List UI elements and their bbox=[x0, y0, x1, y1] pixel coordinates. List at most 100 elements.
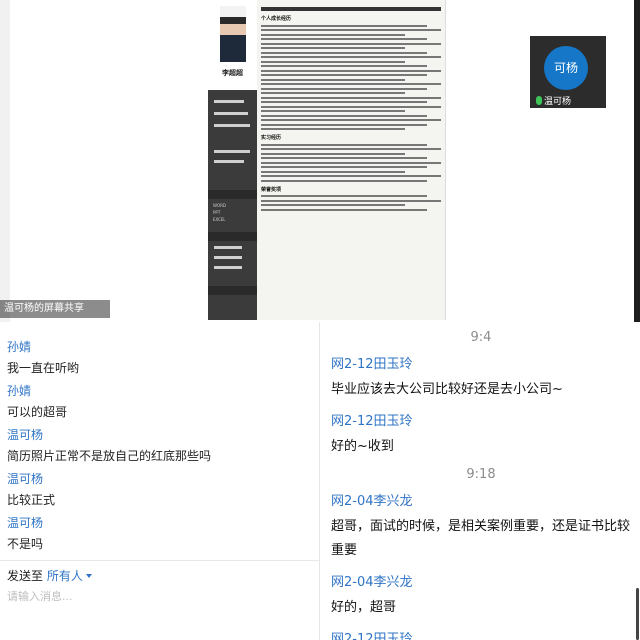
screen-share-area: 李超超 WORD PPT EXCEL 个人成长经历 实习经历 荣誉奖项 温可杨的… bbox=[0, 0, 640, 322]
timestamp-divider: 9:4 bbox=[470, 330, 492, 345]
resume-cert-line bbox=[214, 246, 242, 249]
resume-contact-line bbox=[214, 100, 244, 103]
message-sender[interactable]: 温可杨 bbox=[7, 426, 313, 443]
resume-text-line bbox=[261, 69, 441, 72]
resume-section-title: 个人成长经历 bbox=[261, 16, 292, 22]
resume-text-line bbox=[261, 74, 427, 76]
message-sender[interactable]: 网2-12田玉玲 bbox=[331, 628, 631, 640]
resume-text-line bbox=[261, 128, 405, 130]
resume-school-line bbox=[214, 150, 250, 153]
resume-photo bbox=[220, 6, 246, 62]
resume-text-line bbox=[261, 195, 427, 197]
resume-text-line bbox=[261, 143, 427, 146]
participant-avatar: 可杨 bbox=[544, 46, 588, 90]
send-to-selector[interactable]: 发送至 所有人 bbox=[7, 567, 92, 584]
chat-panel-right: 9:4 网2-12田玉玲 毕业应该去大公司比较好还是去小公司~ 网2-12田玉玲 好的~… bbox=[321, 322, 640, 640]
share-edge-right bbox=[634, 0, 640, 322]
resume-cert-line bbox=[214, 266, 242, 269]
resume-text-line bbox=[261, 87, 427, 90]
resume-section-title: 荣誉奖项 bbox=[261, 186, 282, 193]
resume-text-line bbox=[261, 161, 441, 164]
resume-text-line bbox=[261, 47, 405, 49]
participant-name-label: 温可杨 bbox=[536, 94, 571, 107]
resume-text-line bbox=[261, 148, 441, 150]
resume-text-line bbox=[261, 208, 427, 211]
resume-text-line bbox=[261, 38, 427, 40]
chat-composer: 发送至 所有人 bbox=[0, 560, 320, 640]
resume-text-line bbox=[261, 83, 441, 85]
microphone-icon bbox=[536, 96, 542, 105]
resume-text-line bbox=[261, 179, 427, 182]
send-to-label: 发送至 bbox=[7, 569, 44, 583]
message-sender[interactable]: 温可杨 bbox=[7, 470, 313, 487]
resume-skill: EXCEL bbox=[213, 217, 226, 222]
resume-skill: WORD bbox=[213, 203, 226, 208]
resume-text-line bbox=[261, 24, 427, 27]
participant-tile[interactable]: 可杨 温可杨 bbox=[530, 36, 606, 108]
resume-text-line bbox=[261, 96, 441, 99]
resume-hobby-heading bbox=[208, 286, 257, 295]
resume-text-line bbox=[261, 92, 405, 94]
message-sender[interactable]: 网2-12田玉玲 bbox=[331, 353, 631, 372]
resume-sidebar: 李超超 WORD PPT EXCEL bbox=[208, 0, 257, 320]
resume-skills-heading bbox=[208, 190, 257, 199]
message-text: 好的，超哥 bbox=[331, 600, 397, 615]
resume-text-line bbox=[261, 175, 441, 177]
resume-school-line bbox=[214, 160, 244, 163]
chat-message-list-right: 9:4 网2-12田玉玲 毕业应该去大公司比较好还是去小公司~ 网2-12田玉玲 好的~… bbox=[331, 322, 631, 640]
resume-text-line bbox=[261, 204, 405, 206]
resume-text-line bbox=[261, 78, 405, 81]
message-text: 简历照片正常不是放自己的红底那些吗 bbox=[7, 449, 212, 463]
message-sender[interactable]: 温可杨 bbox=[7, 514, 313, 531]
message-sender[interactable]: 网2-04李兴龙 bbox=[331, 490, 631, 509]
message-text: 毕业应该去大公司比较好还是去小公司~ bbox=[331, 382, 563, 397]
resume-header-bar bbox=[261, 7, 441, 11]
self-video-tile: 温可杨的屏幕共享 bbox=[0, 0, 110, 322]
resume-text-line bbox=[261, 60, 405, 63]
shared-resume-document: 李超超 WORD PPT EXCEL 个人成长经历 实习经历 荣誉奖项 bbox=[208, 0, 446, 320]
resume-text-line bbox=[261, 65, 427, 67]
message-sender[interactable]: 网2-04李兴龙 bbox=[331, 571, 631, 590]
resume-section-title: 实习经历 bbox=[261, 135, 282, 141]
resume-text-line bbox=[261, 101, 427, 103]
resume-main-column: 个人成长经历 实习经历 荣誉奖项 bbox=[261, 4, 441, 213]
message-text: 可以的超哥 bbox=[7, 405, 68, 419]
message-text: 不是吗 bbox=[7, 537, 44, 551]
resume-photo-panel: 李超超 bbox=[208, 0, 257, 90]
meeting-window: 李超超 WORD PPT EXCEL 个人成长经历 实习经历 荣誉奖项 温可杨的… bbox=[0, 0, 640, 640]
resume-text-line bbox=[261, 33, 405, 36]
message-text: 好的~收到 bbox=[331, 439, 394, 454]
message-sender[interactable]: 孙婧 bbox=[7, 382, 313, 399]
resume-text-line bbox=[261, 56, 441, 58]
screen-share-caption: 温可杨的屏幕共享 bbox=[0, 300, 110, 318]
resume-text-line bbox=[261, 42, 441, 45]
resume-text-line bbox=[261, 199, 441, 202]
resume-text-line bbox=[261, 119, 441, 121]
resume-text-line bbox=[261, 123, 427, 126]
resume-text-line bbox=[261, 157, 427, 159]
resume-text-line bbox=[261, 166, 427, 168]
chat-scrollbar[interactable] bbox=[636, 588, 639, 640]
message-text: 比较正式 bbox=[7, 493, 56, 507]
send-to-target: 所有人 bbox=[46, 569, 83, 583]
chat-panel-left: 孙婧 我一直在听哟 孙婧 可以的超哥 温可杨 简历照片正常不是放自己的红底那些吗 温可杨 比较… bbox=[0, 322, 320, 640]
resume-name: 李超超 bbox=[222, 69, 243, 77]
message-text: 我一直在听哟 bbox=[7, 361, 80, 375]
participant-name: 温可杨 bbox=[544, 97, 572, 107]
resume-text-line bbox=[261, 170, 405, 173]
resume-text-line bbox=[261, 114, 427, 117]
timestamp-divider: 9:18 bbox=[466, 467, 496, 482]
chevron-down-icon bbox=[85, 574, 92, 578]
resume-text-line bbox=[261, 105, 441, 108]
chat-message-input[interactable] bbox=[7, 587, 307, 605]
resume-cert-line bbox=[214, 256, 242, 259]
resume-cert-heading bbox=[208, 232, 257, 241]
resume-text-line bbox=[261, 51, 427, 54]
message-sender[interactable]: 网2-12田玉玲 bbox=[331, 410, 631, 429]
message-sender[interactable]: 孙婧 bbox=[7, 338, 313, 355]
resume-contact-line bbox=[214, 124, 250, 127]
resume-text-line bbox=[261, 152, 405, 155]
resume-text-line bbox=[261, 110, 405, 112]
resume-contact-line bbox=[214, 112, 248, 115]
resume-text-line bbox=[261, 29, 441, 31]
